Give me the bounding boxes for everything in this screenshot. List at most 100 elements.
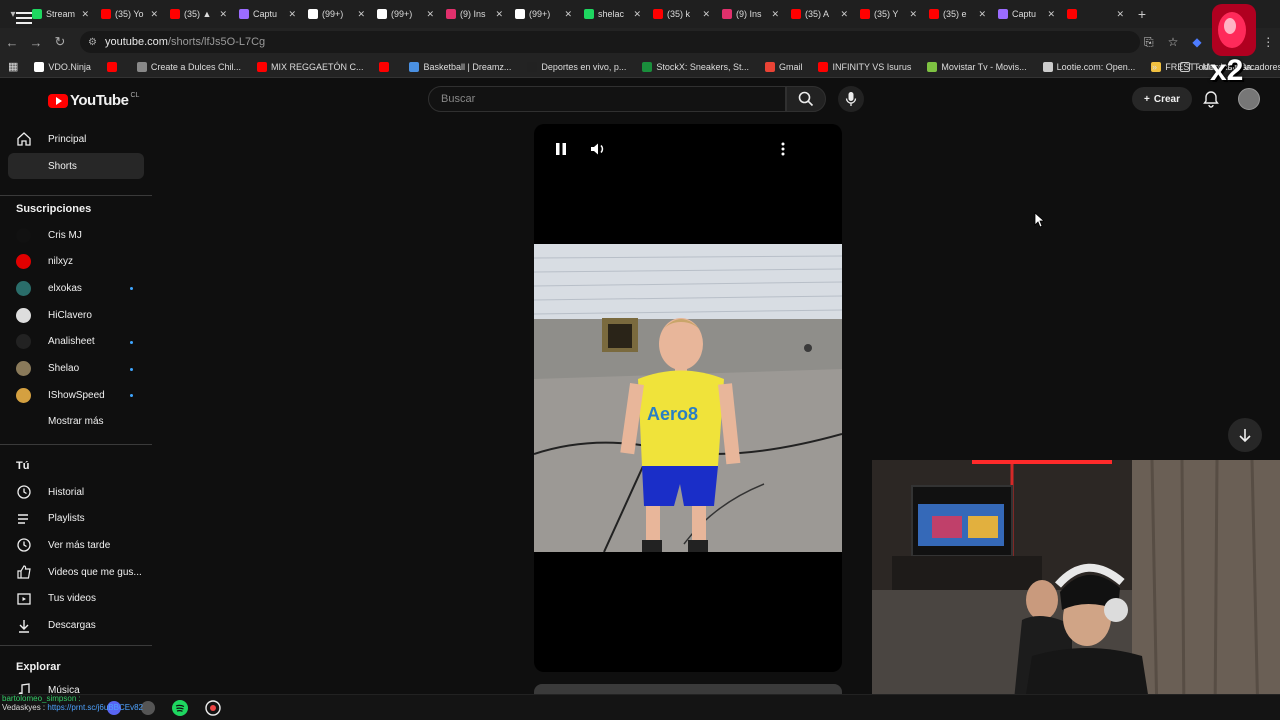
- tab-close-icon[interactable]: ✕: [495, 9, 503, 20]
- tab-close-icon[interactable]: ✕: [564, 9, 572, 20]
- tab-close-icon[interactable]: ✕: [1047, 9, 1055, 20]
- subscription-item[interactable]: Cris MJ: [8, 222, 144, 248]
- subscription-item[interactable]: Shelao: [8, 356, 144, 382]
- search-button[interactable]: [786, 86, 826, 112]
- downloads-icon: [16, 618, 32, 634]
- subscription-item[interactable]: nilxyz: [8, 249, 144, 275]
- bookmark-item[interactable]: Basketball | Dreamz...: [401, 61, 519, 72]
- bookmark-item[interactable]: MIX REGGAETÓN C...: [249, 61, 372, 72]
- bookmark-item[interactable]: [99, 61, 129, 72]
- sidebar-item[interactable]: Videos que me gus...: [8, 559, 144, 585]
- tab-close-icon[interactable]: ✕: [909, 9, 917, 20]
- browser-tab[interactable]: ✕: [1061, 0, 1130, 28]
- bookmark-item[interactable]: [371, 61, 401, 72]
- more-options-icon[interactable]: [780, 142, 786, 159]
- voice-search-button[interactable]: [838, 86, 864, 112]
- chat-link[interactable]: https://prnt.sc/j6uBBCEv82: [47, 703, 143, 712]
- logo-text: YouTube: [70, 92, 129, 109]
- browser-tab[interactable]: (35) Y ✕: [854, 0, 923, 28]
- browser-tab[interactable]: (9) Ins ✕: [716, 0, 785, 28]
- shorts-player[interactable]: Aero8: [534, 124, 842, 672]
- guide-menu-icon[interactable]: [16, 12, 32, 24]
- browser-tab[interactable]: (35) Yo ✕: [95, 0, 164, 28]
- search-input[interactable]: Buscar: [428, 86, 786, 112]
- sidebar-divider: [0, 444, 152, 445]
- browser-tab[interactable]: (99+) ✕: [371, 0, 440, 28]
- stream-chat: bartolomeo_simpson : Vedaskyes : https:/…: [2, 694, 143, 712]
- sidebar-item[interactable]: Historial: [8, 479, 144, 505]
- browser-tab[interactable]: (35) A ✕: [785, 0, 854, 28]
- tab-title: (35) A: [805, 9, 830, 19]
- bookmark-item[interactable]: StockX: Sneakers, St...: [634, 61, 757, 72]
- obs-icon[interactable]: [205, 700, 221, 716]
- sidebar-item-shorts[interactable]: Shorts: [8, 153, 144, 179]
- bookmarks-more-button[interactable]: »: [1144, 62, 1165, 72]
- browser-tab[interactable]: Captu ✕: [233, 0, 302, 28]
- tab-close-icon[interactable]: ✕: [219, 9, 227, 20]
- chat-username: bartolomeo_simpson :: [2, 694, 81, 703]
- browser-tab[interactable]: Captu ✕: [992, 0, 1061, 28]
- tab-close-icon[interactable]: ✕: [978, 9, 986, 20]
- new-content-dot: [130, 287, 133, 291]
- subscription-item[interactable]: Analisheet: [8, 329, 144, 355]
- tab-close-icon[interactable]: ✕: [1116, 9, 1124, 20]
- tab-favicon-icon: [653, 9, 663, 19]
- bookmark-star-icon[interactable]: ☆: [1168, 35, 1179, 50]
- bookmark-item[interactable]: Movistar Tv - Movis...: [919, 61, 1034, 72]
- install-icon[interactable]: ⎘: [1144, 35, 1154, 50]
- tab-close-icon[interactable]: ✕: [288, 9, 296, 20]
- bookmark-favicon-icon: [34, 61, 45, 72]
- tab-close-icon[interactable]: ✕: [426, 9, 434, 20]
- browser-tab[interactable]: (35) ▲ ✕: [164, 0, 233, 28]
- sidebar-item[interactable]: Playlists: [8, 506, 144, 532]
- youtube-logo[interactable]: YouTube CL: [48, 92, 139, 109]
- bookmark-item[interactable]: Gmail: [757, 61, 811, 72]
- browser-tab[interactable]: Stream ✕: [26, 0, 95, 28]
- tab-close-icon[interactable]: ✕: [357, 9, 365, 20]
- browser-tab[interactable]: (35) e ✕: [923, 0, 992, 28]
- create-button[interactable]: + Crear: [1132, 87, 1192, 111]
- bookmark-item[interactable]: Deportes en vivo, p...: [519, 61, 634, 72]
- browser-tab[interactable]: (99+) ✕: [509, 0, 578, 28]
- tab-favicon-icon: [1067, 9, 1077, 19]
- tab-close-icon[interactable]: ✕: [702, 9, 710, 20]
- tab-close-icon[interactable]: ✕: [633, 9, 641, 20]
- forward-button[interactable]: →: [24, 35, 48, 50]
- sidebar-item[interactable]: Descargas: [8, 613, 144, 639]
- bookmark-item[interactable]: VDO.Ninja: [26, 61, 99, 72]
- notifications-bell-icon[interactable]: [1202, 90, 1220, 108]
- spotify-icon[interactable]: [172, 700, 188, 716]
- address-bar[interactable]: ⚙ youtube.com/shorts/lfJs5O-L7Cg: [80, 31, 1140, 53]
- bookmark-item[interactable]: INFINITY VS Isurus: [810, 61, 919, 72]
- tab-close-icon[interactable]: ✕: [150, 9, 158, 20]
- sidebar-item[interactable]: Ver más tarde: [8, 532, 144, 558]
- bookmark-item[interactable]: Create a Dulces Chil...: [129, 61, 249, 72]
- volume-icon[interactable]: [590, 142, 606, 159]
- show-more-button[interactable]: Mostrar más: [8, 408, 144, 434]
- your-videos-icon: [16, 591, 32, 607]
- browser-tab[interactable]: shelac ✕: [578, 0, 647, 28]
- bookmark-item[interactable]: Lootie.com: Open...: [1035, 61, 1144, 72]
- subscription-item[interactable]: elxokas: [8, 275, 144, 301]
- taskbar: [0, 694, 1280, 720]
- back-button[interactable]: ←: [0, 35, 24, 50]
- browser-tab[interactable]: (9) Ins ✕: [440, 0, 509, 28]
- tab-close-icon[interactable]: ✕: [771, 9, 779, 20]
- browser-tab[interactable]: (35) k ✕: [647, 0, 716, 28]
- pause-icon[interactable]: [554, 142, 568, 159]
- subscription-item[interactable]: IShowSpeed: [8, 382, 144, 408]
- browser-menu-icon[interactable]: ⋮: [1262, 35, 1274, 50]
- reload-button[interactable]: ↻: [48, 34, 72, 50]
- tab-close-icon[interactable]: ✕: [840, 9, 848, 20]
- sidebar-item-principal[interactable]: Principal: [8, 126, 144, 152]
- tab-title: Stream: [46, 9, 76, 19]
- tab-close-icon[interactable]: ✕: [81, 9, 89, 20]
- apps-icon[interactable]: ▦: [0, 60, 26, 73]
- site-info-icon[interactable]: ⚙: [88, 37, 97, 48]
- next-video-button[interactable]: [1228, 418, 1262, 452]
- new-tab-button[interactable]: +: [1130, 6, 1154, 22]
- subscription-item[interactable]: HiClavero: [8, 302, 144, 328]
- browser-tab[interactable]: (99+) ✕: [302, 0, 371, 28]
- extension-icon[interactable]: ◆: [1192, 35, 1201, 50]
- sidebar-item[interactable]: Tus videos: [8, 586, 144, 612]
